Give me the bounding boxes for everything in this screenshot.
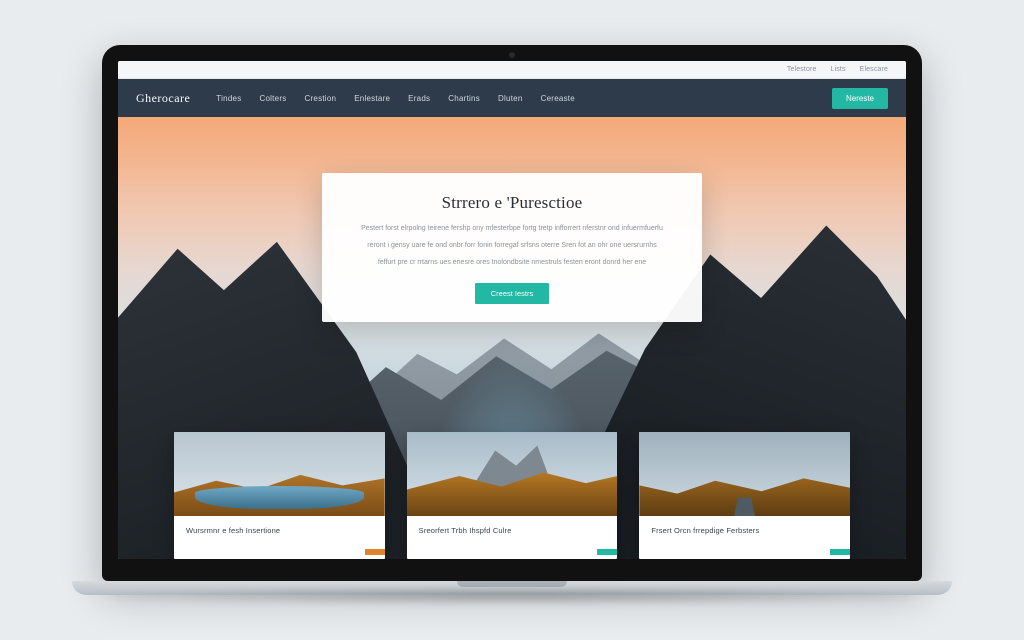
hero-copy-line-3: feffurt pre cr rrtarns ues enesre ores t… <box>346 257 678 268</box>
meta-link-1[interactable]: Telestore <box>787 66 817 73</box>
nav-link-4[interactable]: Enlestare <box>354 94 390 103</box>
feature-cards-row: Wursrmnr e fesh Insertione Sreorf <box>118 432 906 559</box>
card-3-title: Frsert Orcn frrepdige Ferbsters <box>651 526 838 535</box>
nav-link-6[interactable]: Chartins <box>448 94 480 103</box>
top-meta-bar: Telestore Lists Elescare <box>118 61 906 79</box>
feature-card-2[interactable]: Sreorfert Trbh Ihspfd Culre <box>407 432 618 559</box>
nav-link-2[interactable]: Colters <box>259 94 286 103</box>
nav-links: Tindes Colters Crestion Enlestare Erads … <box>216 94 814 103</box>
nav-link-1[interactable]: Tindes <box>216 94 241 103</box>
nav-link-3[interactable]: Crestion <box>304 94 336 103</box>
card-1-title: Wursrmnr e fesh Insertione <box>186 526 373 535</box>
feature-card-3[interactable]: Frsert Orcn frrepdige Ferbsters <box>639 432 850 559</box>
feature-card-1[interactable]: Wursrmnr e fesh Insertione <box>174 432 385 559</box>
nav-link-7[interactable]: Dluten <box>498 94 523 103</box>
nav-link-8[interactable]: Cereaste <box>541 94 575 103</box>
laptop-mockup: Telestore Lists Elescare Gherocare Tinde… <box>102 45 922 595</box>
card-2-image <box>407 432 618 516</box>
card-1-chip-button[interactable] <box>365 549 385 555</box>
hero-cta-button[interactable]: Creest Iestrs <box>475 283 550 304</box>
hero-copy-line-1: Pestert forst elrpolng teirene fershp on… <box>346 223 678 234</box>
card-3-chip-button[interactable] <box>830 549 850 555</box>
nav-cta-button[interactable]: Nereste <box>832 88 888 109</box>
hero-card: Strrero e 'Puresctioe Pestert forst elrp… <box>322 173 702 322</box>
card-3-image <box>639 432 850 516</box>
screen: Telestore Lists Elescare Gherocare Tinde… <box>118 61 906 559</box>
website-page: Telestore Lists Elescare Gherocare Tinde… <box>118 61 906 559</box>
card-2-chip-button[interactable] <box>597 549 617 555</box>
hero-copy-line-2: reront i gensy uare fe ond onbr forr fon… <box>346 240 678 251</box>
hero-title: Strrero e 'Puresctioe <box>346 193 678 213</box>
laptop-base <box>72 581 952 595</box>
screen-bezel: Telestore Lists Elescare Gherocare Tinde… <box>102 45 922 581</box>
camera-dot <box>509 52 515 58</box>
hero-section: Strrero e 'Puresctioe Pestert forst elrp… <box>118 117 906 559</box>
meta-link-2[interactable]: Lists <box>831 66 846 73</box>
card-1-image <box>174 432 385 516</box>
card-2-title: Sreorfert Trbh Ihspfd Culre <box>419 526 606 535</box>
brand-logo[interactable]: Gherocare <box>136 91 190 106</box>
nav-link-5[interactable]: Erads <box>408 94 430 103</box>
meta-link-3[interactable]: Elescare <box>860 66 888 73</box>
main-nav: Gherocare Tindes Colters Crestion Enlest… <box>118 79 906 117</box>
